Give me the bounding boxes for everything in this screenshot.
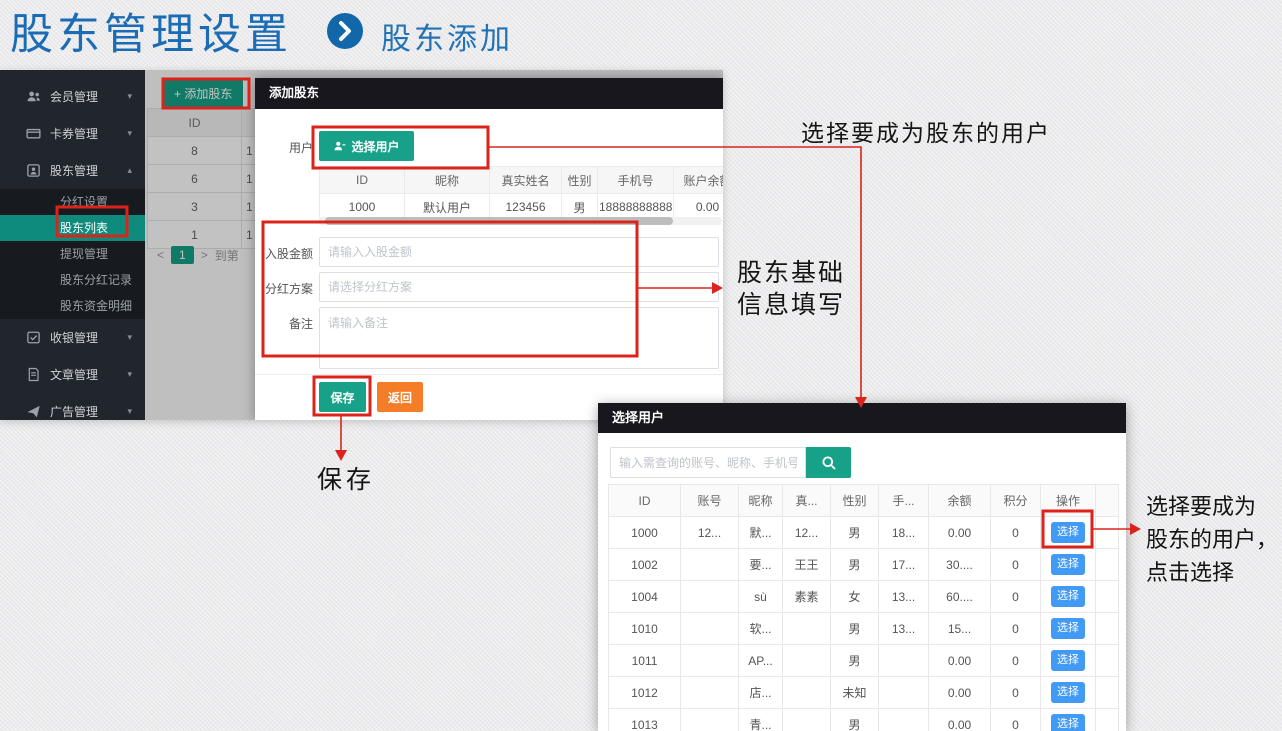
select-user-button-label: 选择用户 bbox=[351, 138, 399, 155]
column-header: 积分 bbox=[991, 485, 1041, 517]
column-header: 真... bbox=[783, 485, 831, 517]
submenu-item-withdraw-mgmt[interactable]: 提现管理 bbox=[0, 241, 145, 267]
column-header: 手... bbox=[879, 485, 929, 517]
table-row: 1013青...男0.000 选择 bbox=[609, 709, 1119, 731]
column-header: ID bbox=[320, 167, 405, 194]
card-icon bbox=[26, 126, 41, 141]
sidebar-item-member-mgmt[interactable]: 会员管理 ▾ bbox=[0, 78, 145, 115]
plan-field-label: 分红方案 bbox=[257, 280, 313, 297]
table-row: 1010软...男13...15...0 选择 bbox=[609, 613, 1119, 645]
select-row-button[interactable]: 选择 bbox=[1051, 522, 1085, 543]
submenu-item-dividend-records[interactable]: 股东分红记录 bbox=[0, 267, 145, 293]
column-header: 操作 bbox=[1041, 485, 1096, 517]
sidebar-item-shareholder-mgmt[interactable]: 股东管理 ▴ bbox=[0, 152, 145, 189]
amount-field-label: 入股金额 bbox=[257, 245, 313, 262]
sidebar-item-label: 收银管理 bbox=[50, 329, 98, 346]
sidebar-item-cashier-mgmt[interactable]: 收银管理 ▾ bbox=[0, 319, 145, 356]
chevron-down-icon: ▾ bbox=[127, 91, 132, 102]
column-header: 性别 bbox=[562, 167, 598, 194]
sidebar-item-coupon-mgmt[interactable]: 卡券管理 ▾ bbox=[0, 115, 145, 152]
annotation-select-user: 选择要成为股东的用户 bbox=[770, 114, 1082, 148]
remark-field-label: 备注 bbox=[257, 315, 313, 332]
column-header: 账号 bbox=[681, 485, 739, 517]
dialog-title: 添加股东 bbox=[255, 78, 723, 109]
submenu-item-fund-details[interactable]: 股东资金明细 bbox=[0, 293, 145, 319]
column-header: 手机号 bbox=[598, 167, 674, 194]
back-button[interactable]: 返回 bbox=[377, 382, 423, 412]
horizontal-scrollbar bbox=[319, 217, 721, 225]
sidebar: 会员管理 ▾ 卡券管理 ▾ 股东管理 ▴ 分红设置 股东列表 提现管理 股东分红… bbox=[0, 70, 145, 420]
column-header: ID bbox=[609, 485, 681, 517]
sidebar-item-label: 文章管理 bbox=[50, 366, 98, 383]
shareholder-submenu: 分红设置 股东列表 提现管理 股东分红记录 股东资金明细 bbox=[0, 189, 145, 319]
column-header: 余额 bbox=[929, 485, 991, 517]
dialog-title: 选择用户 bbox=[598, 403, 1126, 433]
sidebar-item-label: 广告管理 bbox=[50, 403, 98, 420]
ad-icon bbox=[26, 404, 41, 419]
sidebar-item-label: 股东管理 bbox=[50, 162, 98, 179]
dividend-plan-input[interactable] bbox=[319, 272, 719, 302]
table-row: 1012店...未知0.000 选择 bbox=[609, 677, 1119, 709]
chevron-down-icon: ▾ bbox=[127, 332, 132, 343]
selected-user-table-wrap: ID 昵称 真实姓名 性别 手机号 账户余额 1000 默认用户 123456 … bbox=[319, 166, 723, 221]
column-header: 账户余额 bbox=[674, 167, 724, 194]
column-header: 真实姓名 bbox=[490, 167, 562, 194]
sidebar-item-ad-mgmt[interactable]: 广告管理 ▾ bbox=[0, 393, 145, 420]
select-user-dialog: 选择用户 ID 账号 昵称 真... 性别 手... 余额 积分 操作 1000… bbox=[598, 403, 1126, 731]
column-header: 昵称 bbox=[739, 485, 783, 517]
divider bbox=[255, 374, 723, 375]
admin-app-screenshot: + 添加股东 ID 用 81 61 31 11 < 1 > 到第 会员管理 ▾ bbox=[0, 70, 723, 420]
page-subtitle: 股东添加 bbox=[381, 14, 513, 58]
article-icon bbox=[26, 367, 41, 382]
cashier-icon bbox=[26, 330, 41, 345]
select-row-button[interactable]: 选择 bbox=[1051, 650, 1085, 671]
table-row: 100012...默...12...男18...0.000 选择 bbox=[609, 517, 1119, 549]
magnifier-icon bbox=[821, 455, 837, 471]
chevron-right-circle-icon bbox=[326, 12, 364, 50]
select-row-button[interactable]: 选择 bbox=[1051, 586, 1085, 607]
selected-user-table: ID 昵称 真实姓名 性别 手机号 账户余额 1000 默认用户 123456 … bbox=[319, 166, 723, 221]
annotation-click-select: 选择要成为 股东的用户， 点击选择 bbox=[1146, 490, 1278, 589]
search-button[interactable] bbox=[806, 447, 851, 478]
chevron-down-icon: ▾ bbox=[127, 128, 132, 139]
column-header: 昵称 bbox=[405, 167, 490, 194]
select-user-button[interactable]: 选择用户 bbox=[319, 131, 414, 161]
chevron-down-icon: ▾ bbox=[127, 369, 132, 380]
badge-icon bbox=[26, 163, 41, 178]
table-row: 1004sù素素女13...60....0 选择 bbox=[609, 581, 1119, 613]
user-list-table: ID 账号 昵称 真... 性别 手... 余额 积分 操作 100012...… bbox=[608, 484, 1119, 731]
sidebar-item-label: 卡券管理 bbox=[50, 125, 98, 142]
select-row-button[interactable]: 选择 bbox=[1051, 554, 1085, 575]
submenu-item-shareholder-list[interactable]: 股东列表 bbox=[0, 215, 145, 241]
user-icon bbox=[333, 140, 346, 153]
amount-input[interactable] bbox=[319, 237, 719, 267]
search-input[interactable] bbox=[610, 447, 806, 478]
annotation-form-fill: 股东基础 信息填写 bbox=[737, 258, 845, 322]
page-title: 股东管理设置 bbox=[10, 0, 292, 62]
sidebar-item-article-mgmt[interactable]: 文章管理 ▾ bbox=[0, 356, 145, 393]
select-row-button[interactable]: 选择 bbox=[1051, 682, 1085, 703]
table-row: 1002要...王王男17...30....0 选择 bbox=[609, 549, 1119, 581]
select-row-button[interactable]: 选择 bbox=[1051, 618, 1085, 639]
select-row-button[interactable]: 选择 bbox=[1051, 714, 1085, 731]
sidebar-item-label: 会员管理 bbox=[50, 88, 98, 105]
save-button[interactable]: 保存 bbox=[319, 382, 366, 412]
submenu-item-dividend-settings[interactable]: 分红设置 bbox=[0, 189, 145, 215]
column-header-filler bbox=[1096, 485, 1119, 517]
annotation-save: 保存 bbox=[317, 460, 375, 496]
user-field-label: 用户 bbox=[257, 139, 313, 156]
chevron-up-icon: ▴ bbox=[127, 165, 132, 176]
users-icon bbox=[26, 89, 41, 104]
remark-textarea[interactable] bbox=[319, 307, 719, 369]
chevron-down-icon: ▾ bbox=[127, 406, 132, 417]
scrollbar-thumb[interactable] bbox=[325, 217, 673, 225]
add-shareholder-dialog: 添加股东 用户 选择用户 ID 昵称 真实姓名 性别 手机号 账户余额 1000… bbox=[255, 78, 723, 420]
table-row: 1011AP...男0.000 选择 bbox=[609, 645, 1119, 677]
column-header: 性别 bbox=[831, 485, 879, 517]
